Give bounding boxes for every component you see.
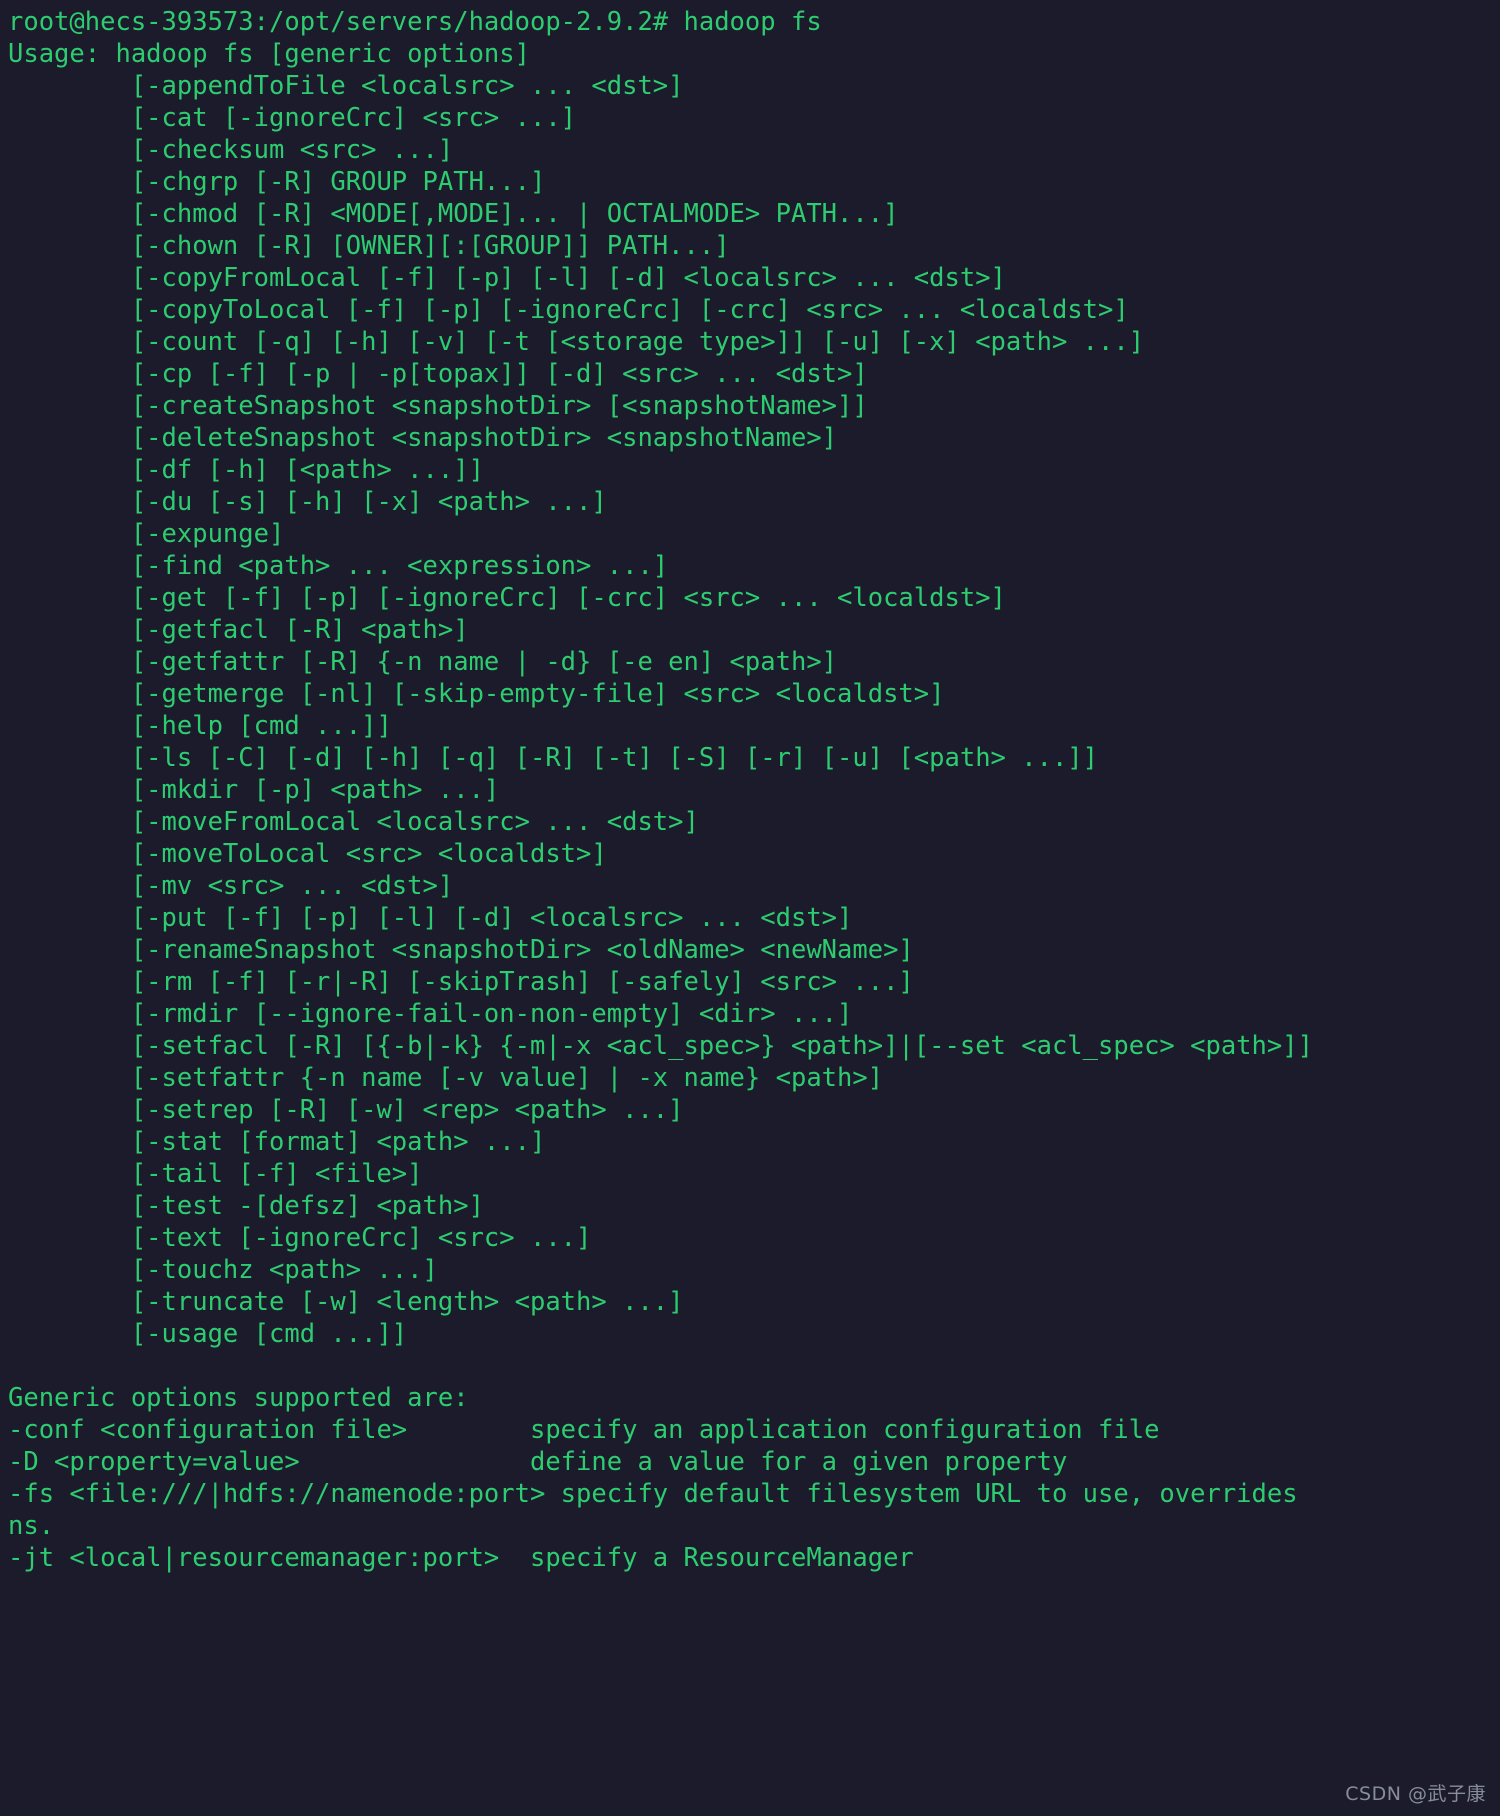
terminal-line: [-count [-q] [-h] [-v] [-t [<storage typ…: [8, 327, 1145, 357]
terminal-line: [-getfacl [-R] <path>]: [8, 615, 469, 645]
terminal-line: [-moveFromLocal <localsrc> ... <dst>]: [8, 807, 699, 837]
terminal-line: [-test -[defsz] <path>]: [8, 1191, 484, 1221]
csdn-watermark: CSDN @武子康: [1345, 1783, 1486, 1805]
terminal-line: [-setrep [-R] [-w] <rep> <path> ...]: [8, 1095, 684, 1125]
terminal-line: [-ls [-C] [-d] [-h] [-q] [-R] [-t] [-S] …: [8, 743, 1099, 773]
terminal-line: ns.: [8, 1511, 55, 1541]
terminal-line: [-copyFromLocal [-f] [-p] [-l] [-d] <loc…: [8, 263, 1006, 293]
terminal-line: [-copyToLocal [-f] [-p] [-ignoreCrc] [-c…: [8, 295, 1129, 325]
terminal-line: [-df [-h] [<path> ...]]: [8, 455, 484, 485]
terminal-line: [-rmdir [--ignore-fail-on-non-empty] <di…: [8, 999, 853, 1029]
terminal-output: root@hecs-393573:/opt/servers/hadoop-2.9…: [0, 6, 1500, 1574]
terminal-line: [-setfattr {-n name [-v value] | -x name…: [8, 1063, 884, 1093]
terminal-line: [-help [cmd ...]]: [8, 711, 392, 741]
terminal-line: [-renameSnapshot <snapshotDir> <oldName>…: [8, 935, 914, 965]
terminal-line: [-mkdir [-p] <path> ...]: [8, 775, 500, 805]
terminal-line: root@hecs-393573:/opt/servers/hadoop-2.9…: [8, 7, 822, 37]
terminal-line: [-cp [-f] [-p | -p[topax]] [-d] <src> ..…: [8, 359, 868, 389]
terminal-window[interactable]: root@hecs-393573:/opt/servers/hadoop-2.9…: [0, 0, 1500, 1816]
terminal-line: [-deleteSnapshot <snapshotDir> <snapshot…: [8, 423, 838, 453]
terminal-line: [-chgrp [-R] GROUP PATH...]: [8, 167, 546, 197]
terminal-line: [-cat [-ignoreCrc] <src> ...]: [8, 103, 577, 133]
terminal-line: [-createSnapshot <snapshotDir> [<snapsho…: [8, 391, 868, 421]
terminal-line: [-truncate [-w] <length> <path> ...]: [8, 1287, 684, 1317]
terminal-line: [-put [-f] [-p] [-l] [-d] <localsrc> ...…: [8, 903, 853, 933]
terminal-line: Usage: hadoop fs [generic options]: [8, 39, 530, 69]
terminal-line: -fs <file:///|hdfs://namenode:port> spec…: [8, 1479, 1298, 1509]
terminal-line: [-usage [cmd ...]]: [8, 1319, 408, 1349]
terminal-line: [-setfacl [-R] [{-b|-k} {-m|-x <acl_spec…: [8, 1031, 1313, 1061]
terminal-line: [-appendToFile <localsrc> ... <dst>]: [8, 71, 684, 101]
terminal-line: [-getmerge [-nl] [-skip-empty-file] <src…: [8, 679, 945, 709]
terminal-line: [-expunge]: [8, 519, 285, 549]
terminal-line: [-du [-s] [-h] [-x] <path> ...]: [8, 487, 607, 517]
terminal-line: [-touchz <path> ...]: [8, 1255, 438, 1285]
terminal-line: [-chown [-R] [OWNER][:[GROUP]] PATH...]: [8, 231, 730, 261]
terminal-line: Generic options supported are:: [8, 1383, 469, 1413]
terminal-line: [-get [-f] [-p] [-ignoreCrc] [-crc] <src…: [8, 583, 1006, 613]
terminal-line: [-stat [format] <path> ...]: [8, 1127, 546, 1157]
terminal-line: [-find <path> ... <expression> ...]: [8, 551, 669, 581]
terminal-line: -D <property=value> define a value for a…: [8, 1447, 1068, 1477]
terminal-line: [-tail [-f] <file>]: [8, 1159, 423, 1189]
terminal-line: [-text [-ignoreCrc] <src> ...]: [8, 1223, 592, 1253]
terminal-line: [-moveToLocal <src> <localdst>]: [8, 839, 607, 869]
terminal-line: [-rm [-f] [-r|-R] [-skipTrash] [-safely]…: [8, 967, 914, 997]
terminal-line: [-chmod [-R] <MODE[,MODE]... | OCTALMODE…: [8, 199, 899, 229]
terminal-line: [-getfattr [-R] {-n name | -d} [-e en] <…: [8, 647, 838, 677]
terminal-line: [-checksum <src> ...]: [8, 135, 454, 165]
terminal-line: -jt <local|resourcemanager:port> specify…: [8, 1543, 914, 1573]
terminal-line: -conf <configuration file> specify an ap…: [8, 1415, 1160, 1445]
terminal-line: [-mv <src> ... <dst>]: [8, 871, 454, 901]
